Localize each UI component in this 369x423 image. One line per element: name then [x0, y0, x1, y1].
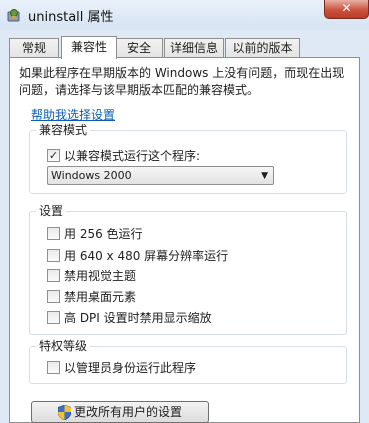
os-version-dropdown[interactable]: Windows 2000 ▼ [47, 166, 274, 185]
setting-checkbox[interactable] [47, 269, 60, 282]
setting-label: 高 DPI 设置时禁用显示缩放 [64, 311, 212, 325]
compat-mode-title: 兼容模式 [36, 122, 91, 138]
setting-checkbox[interactable] [47, 227, 60, 240]
setting-label: 用 640 x 480 屏幕分辨率运行 [64, 249, 229, 263]
tab-compatibility[interactable]: 兼容性 [61, 36, 117, 59]
settings-title: 设置 [36, 203, 67, 219]
uninstall-app-icon [7, 9, 20, 22]
setting-checkbox[interactable] [47, 311, 60, 324]
setting-label: 禁用桌面元素 [64, 290, 137, 304]
change-settings-all-users-label: 更改所有用户的设置 [74, 405, 183, 419]
setting-label: 用 256 色运行 [64, 227, 143, 241]
tab-details[interactable]: 详细信息 [164, 38, 224, 58]
tab-general[interactable]: 常规 [9, 38, 59, 58]
close-icon: ✕ [341, 1, 352, 15]
tab-previous-versions[interactable]: 以前的版本 [225, 38, 300, 58]
close-button[interactable]: ✕ [324, 0, 369, 19]
tab-bar: 常规 兼容性 安全 详细信息 以前的版本 [9, 36, 359, 59]
tab-security[interactable]: 安全 [115, 38, 163, 58]
uac-shield-icon [58, 405, 71, 420]
help-choose-settings-link[interactable]: 帮助我选择设置 [31, 106, 115, 123]
setting-checkbox[interactable] [47, 290, 60, 303]
setting-checkbox[interactable] [47, 249, 60, 262]
compat-mode-checkbox[interactable]: ✓ [47, 149, 60, 162]
intro-text: 如果此程序在早期版本的 Windows 上没有问题，而现在出现问题，请选择与该早… [19, 66, 345, 97]
title-bar: uninstall 属性 ✕ [0, 0, 369, 30]
compat-mode-checkbox-label: 以兼容模式运行这个程序: [64, 149, 201, 163]
run-as-admin-checkbox[interactable] [47, 361, 60, 374]
change-settings-all-users-button[interactable]: 更改所有用户的设置 [31, 401, 209, 423]
run-as-admin-label: 以管理员身份运行此程序 [64, 361, 197, 375]
window-title: uninstall 属性 [28, 10, 114, 25]
setting-label: 禁用视觉主题 [64, 269, 137, 283]
os-version-selected: Windows 2000 [51, 169, 132, 182]
privilege-level-title: 特权等级 [36, 338, 91, 354]
chevron-down-icon: ▼ [261, 171, 268, 181]
